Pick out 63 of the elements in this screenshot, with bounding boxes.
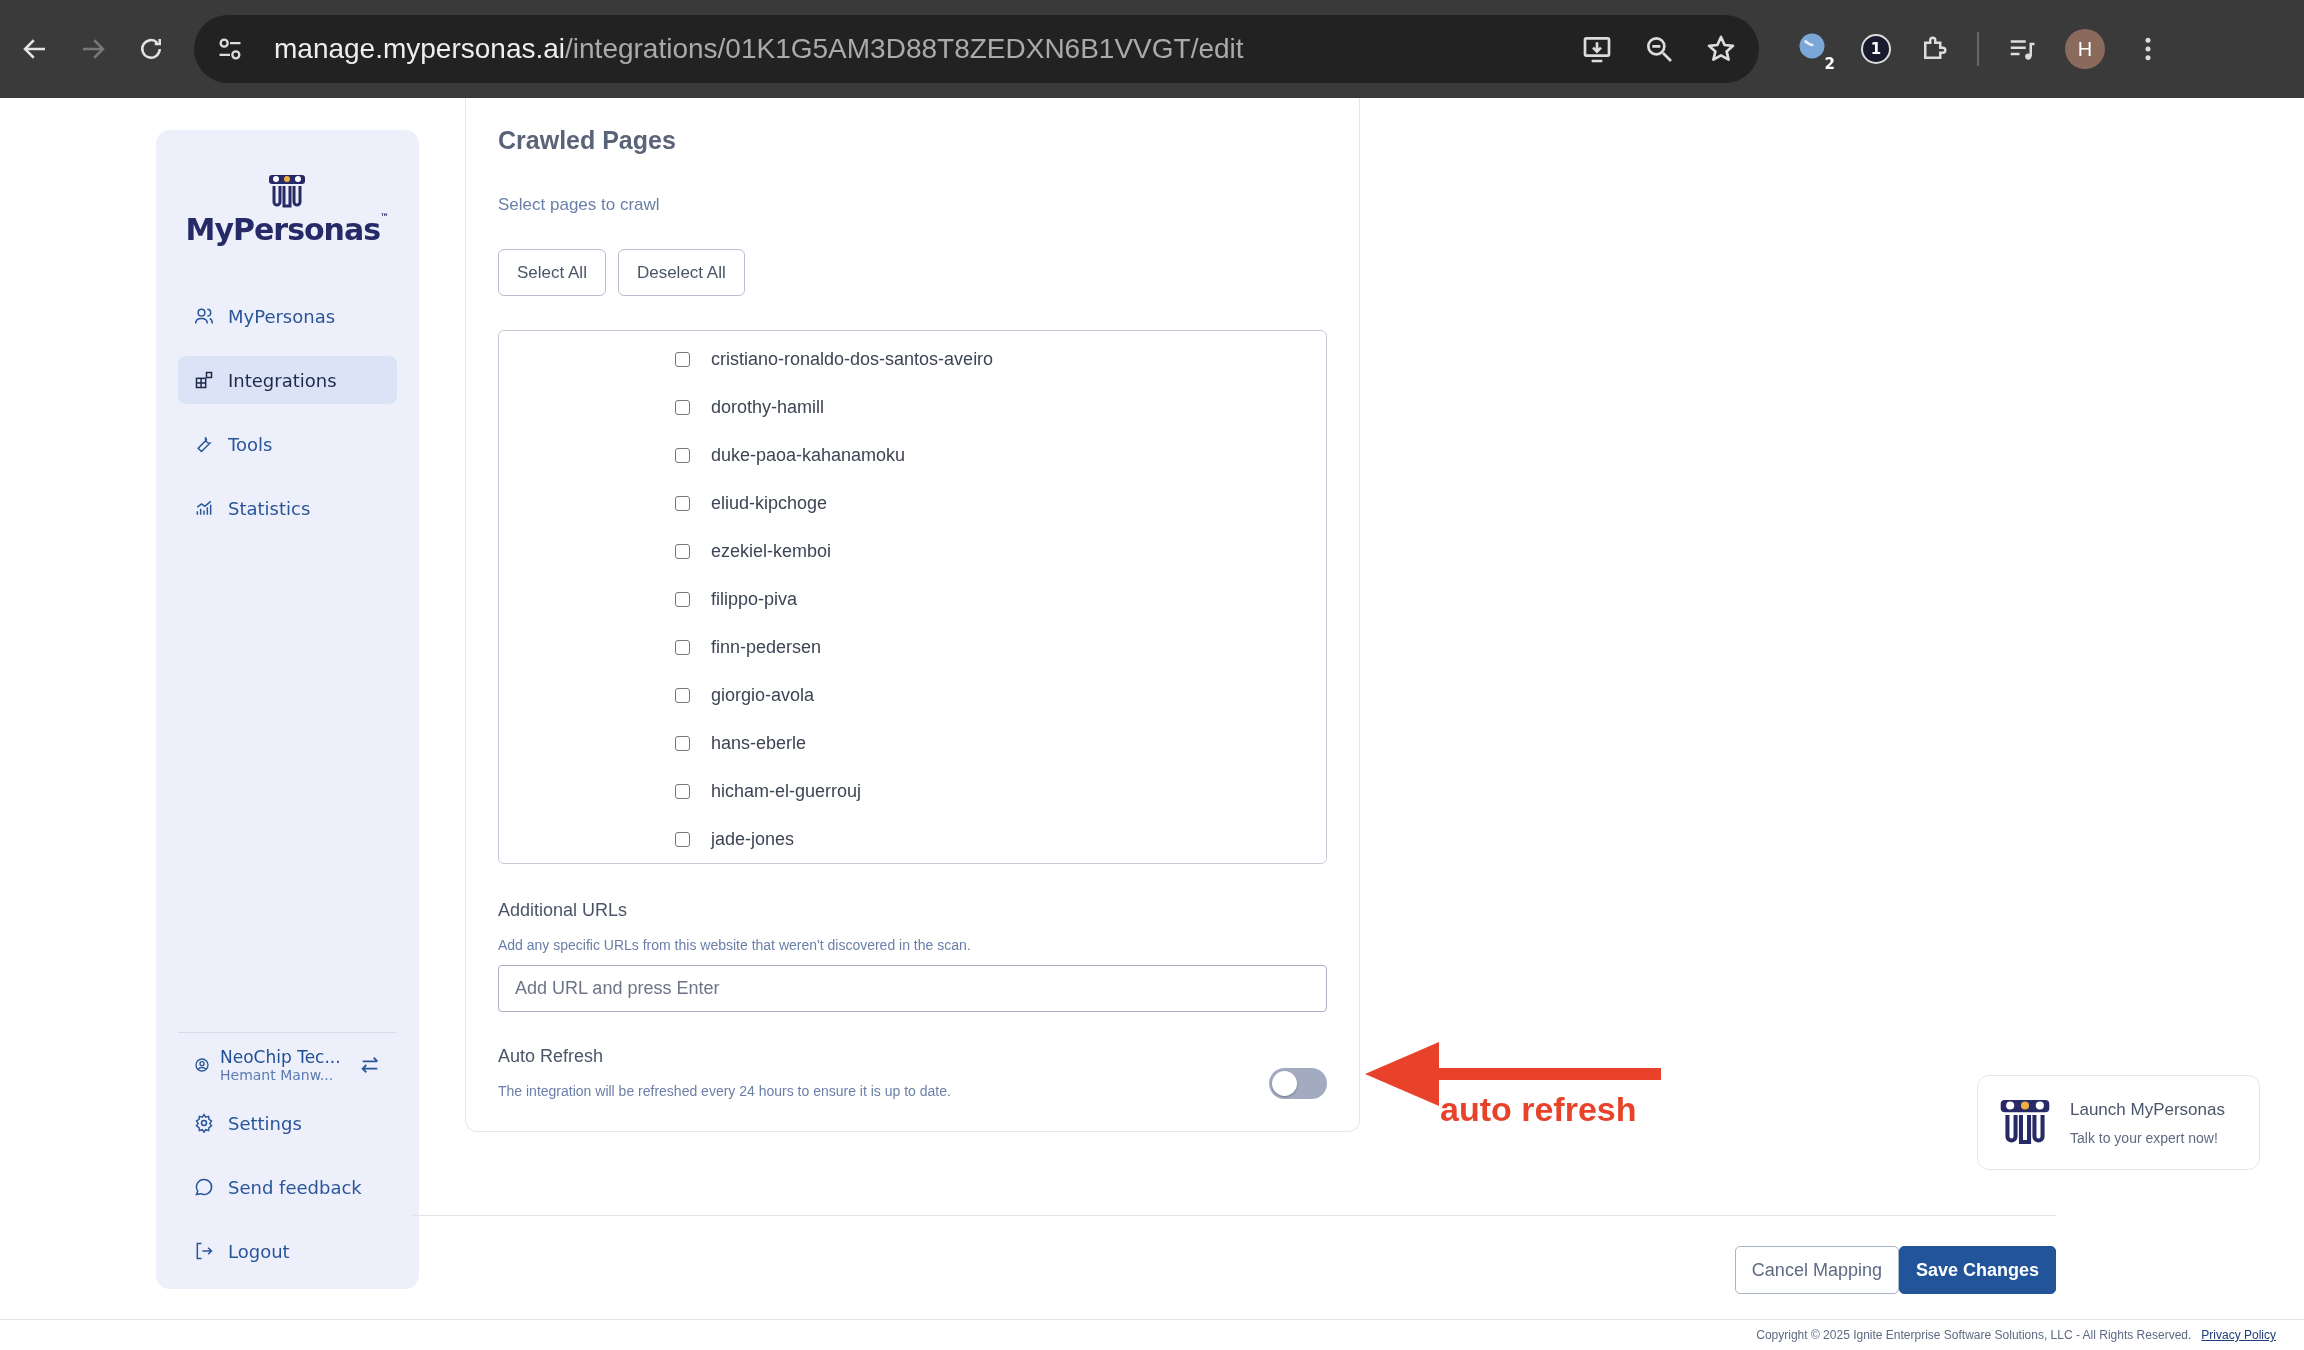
checkbox[interactable] (675, 735, 690, 751)
deselect-all-button[interactable]: Deselect All (617, 249, 745, 296)
page-label: duke-paoa-kahanamoku (711, 444, 906, 466)
checkbox[interactable] (675, 495, 690, 511)
checkbox[interactable] (675, 399, 690, 415)
chart-icon (194, 498, 214, 518)
page-label: hicham-el-guerrouj (711, 780, 862, 802)
url-text[interactable]: manage.mypersonas.ai/integrations/01K1G5AM3D88T8ZEDXN6B1VVGT/edit (274, 33, 1551, 65)
user-name: Hemant Manw... (220, 1067, 335, 1083)
select-all-button[interactable]: Select All (498, 249, 606, 296)
page-label: giorgio-avola (711, 684, 815, 706)
page-label: finn-pedersen (711, 636, 822, 658)
sidebar-item[interactable]: Settings (178, 1099, 397, 1147)
copyright-text: Copyright © 2025 Ignite Enterprise Software Solutions, LLC - All Rights Reserved. (1756, 1328, 2192, 1342)
auto-refresh-toggle[interactable] (1269, 1068, 1327, 1099)
profile-avatar[interactable]: H (2065, 29, 2105, 69)
sidebar-item[interactable]: Tools (178, 420, 397, 468)
page-label: hans-eberle (711, 732, 807, 754)
sidebar-item[interactable]: MyPersonas (178, 292, 397, 340)
sidebar-item[interactable]: Statistics (178, 484, 397, 532)
checkbox[interactable] (675, 783, 690, 799)
chat-icon (194, 1177, 214, 1197)
section-subtitle: Select pages to crawl (498, 195, 661, 215)
sidebar-item[interactable]: Logout (178, 1227, 397, 1275)
save-button[interactable]: Save Changes (1898, 1246, 2056, 1294)
sidebar-item[interactable]: Send feedback (178, 1163, 397, 1211)
users-icon (194, 306, 214, 326)
checkbox[interactable] (675, 447, 690, 463)
field-label: Additional URLs (498, 900, 629, 921)
page-label: ezekiel-kemboi (711, 540, 832, 562)
page-label: cristiano-ronaldo-dos-santos-aveiro (711, 348, 994, 370)
logout-icon (194, 1241, 214, 1261)
wrench-icon (194, 434, 214, 454)
checkbox[interactable] (675, 591, 690, 607)
logo-text: MyPersonas$^{™}$ (185, 212, 390, 247)
widget-title: Launch MyPersonas (2070, 1099, 2225, 1120)
gear-icon (194, 1113, 214, 1133)
grid-icon (194, 370, 214, 390)
checkbox[interactable] (675, 639, 690, 655)
page-label: filippo-piva (711, 588, 798, 610)
launch-widget[interactable]: Launch MyPersonas Talk to your expert now! (1977, 1075, 2260, 1170)
page-label: jade-jones (711, 828, 795, 850)
checkbox[interactable] (675, 543, 690, 559)
auto-refresh-label: Auto Refresh (498, 1046, 605, 1067)
url-input-field[interactable]: Add URL and press Enter (498, 965, 1327, 1012)
page-label: dorothy-hamill (711, 396, 825, 418)
annotation-label: auto refresh (1440, 1090, 1637, 1129)
password-manager-icon[interactable]: 1 (1861, 34, 1891, 64)
address-bar[interactable]: manage.mypersonas.ai/integrations/01K1G5AM3D88T8ZEDXN6B1VVGT/edit (194, 15, 1759, 83)
checkbox[interactable] (675, 351, 690, 367)
privacy-policy-link[interactable]: Privacy Policy (2201, 1328, 2276, 1342)
widget-subtitle: Talk to your expert now! (2070, 1129, 2219, 1146)
organization-name: NeoChip Tec... (220, 1047, 341, 1067)
page-label: eliud-kipchoge (711, 492, 828, 514)
user-circle-icon (194, 1057, 210, 1073)
section-title: Crawled Pages (498, 126, 677, 155)
sidebar-item[interactable]: Integrations (178, 356, 397, 404)
auto-refresh-description: The integration will be refreshed every 24 hours to ensure it is up to date. (498, 1083, 951, 1099)
account-switcher[interactable]: NeoChip Tec... Hemant Manw... (178, 1047, 397, 1083)
checkbox[interactable] (675, 831, 690, 847)
field-help-text: Add any specific URLs from this website that weren't discovered in the scan. (498, 937, 972, 953)
cancel-button[interactable]: Cancel Mapping (1734, 1246, 1899, 1294)
checkbox[interactable] (675, 687, 690, 703)
